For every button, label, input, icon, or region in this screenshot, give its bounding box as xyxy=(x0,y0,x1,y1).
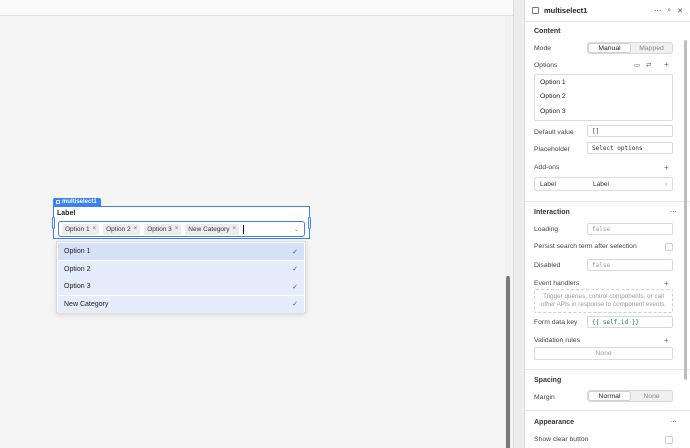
add-validation-icon[interactable]: + xyxy=(664,336,669,345)
widget-label: Label xyxy=(57,210,76,217)
panel-scrollbar[interactable] xyxy=(684,40,687,380)
add-addon-icon[interactable]: + xyxy=(664,163,669,172)
disabled-label: Disabled xyxy=(534,262,561,269)
mode-manual-button[interactable]: Manual xyxy=(588,43,631,53)
check-icon: ✓ xyxy=(292,266,298,273)
component-tag-label: multiselect1 xyxy=(62,199,97,205)
addon-label-row[interactable]: Label Label › xyxy=(534,177,673,191)
chip-remove-icon[interactable]: × xyxy=(232,226,236,232)
panel-divider[interactable] xyxy=(513,0,525,448)
chip: New Category × xyxy=(185,223,239,235)
chip: Option 2 × xyxy=(103,223,141,235)
disabled-input[interactable]: false xyxy=(587,259,673,271)
chip-label: Option 2 xyxy=(106,225,131,233)
default-value-input[interactable]: [] xyxy=(587,125,673,137)
form-key-label: Form data key xyxy=(534,319,578,326)
check-icon: ✓ xyxy=(292,283,298,291)
section-divider xyxy=(525,410,690,411)
option-item[interactable]: Option 2 xyxy=(535,90,672,105)
check-icon: ✓ xyxy=(292,301,298,308)
event-handlers-empty[interactable]: Trigger queries, control components, or … xyxy=(534,289,673,313)
add-event-icon[interactable]: + xyxy=(664,279,669,288)
margin-toggle: Normal None xyxy=(587,390,673,402)
form-key-input[interactable]: {{ self.id }} xyxy=(587,316,673,328)
validation-none[interactable]: None xyxy=(534,347,673,360)
options-label: Options xyxy=(534,62,558,69)
default-value-label: Default value xyxy=(534,129,574,136)
placeholder-input[interactable]: Select options xyxy=(587,142,673,154)
canvas-top-strip xyxy=(0,0,513,16)
clear-button-label: Show clear button xyxy=(534,436,589,443)
dropdown-menu: Option 1 ✓ Option 2 ✓ Option 3 ✓ New Catego… xyxy=(56,241,306,313)
chip-remove-icon[interactable]: × xyxy=(93,226,97,232)
multiselect-widget[interactable]: Label Option 1 × Option 2 × Option 3 × New … xyxy=(52,206,311,239)
margin-label: Margin xyxy=(534,394,555,401)
more-icon[interactable]: ⋯ xyxy=(670,418,677,426)
validation-label: Validation rules xyxy=(534,337,580,344)
component-tag[interactable]: multiselect1 xyxy=(53,198,101,206)
option-label: Option 2 xyxy=(64,265,91,273)
section-title-appearance: Appearance xyxy=(534,419,575,426)
chip-remove-icon[interactable]: × xyxy=(175,226,179,232)
loading-input[interactable]: false xyxy=(587,223,673,235)
inspector-header: multiselect1 ⋯ ⌕ ✕ xyxy=(525,0,690,22)
event-handlers-label: Event handlers xyxy=(534,280,580,287)
chip-label: New Category xyxy=(188,225,230,233)
dropdown-option[interactable]: Option 2 ✓ xyxy=(58,260,304,278)
inspector-panel: multiselect1 ⋯ ⌕ ✕ Content Mode Manual M… xyxy=(525,0,690,448)
margin-normal-button[interactable]: Normal xyxy=(588,391,631,401)
component-type-icon xyxy=(532,7,539,14)
search-icon[interactable]: ⌕ xyxy=(667,7,671,15)
dropdown-option[interactable]: New Category ✓ xyxy=(58,295,304,313)
canvas-scrollbar[interactable] xyxy=(505,16,511,448)
clear-button-checkbox[interactable] xyxy=(665,436,673,444)
component-icon xyxy=(56,200,60,204)
option-label: New Category xyxy=(64,300,109,308)
option-item[interactable]: Option 1 xyxy=(535,75,672,90)
persist-checkbox[interactable] xyxy=(665,243,673,251)
more-icon[interactable]: ⋯ xyxy=(670,208,677,216)
loading-label: Loading xyxy=(534,226,559,233)
addon-value: Label xyxy=(593,180,609,188)
option-label: Option 3 xyxy=(64,283,91,290)
resize-handle-left[interactable] xyxy=(52,217,55,229)
resize-handle-right[interactable] xyxy=(308,217,311,229)
dropdown-option[interactable]: Option 3 ✓ xyxy=(58,278,304,295)
persist-label: Persist search term after selection xyxy=(534,243,637,250)
chevron-down-icon[interactable]: ⌄ xyxy=(294,226,299,233)
mode-label: Mode xyxy=(534,45,552,52)
section-title-content: Content xyxy=(534,28,561,35)
multiselect-input[interactable]: Option 1 × Option 2 × Option 3 × New Catego… xyxy=(58,221,305,237)
addons-label: Add-ons xyxy=(534,164,560,171)
dropdown-option[interactable]: Option 1 ✓ xyxy=(58,243,304,260)
chip-label: Option 3 xyxy=(147,225,172,233)
section-divider xyxy=(525,201,690,202)
mode-toggle: Manual Mapped xyxy=(587,42,673,54)
mode-mapped-button[interactable]: Mapped xyxy=(631,43,672,53)
more-icon[interactable]: ⋯ xyxy=(654,7,661,15)
canvas[interactable]: multiselect1 Label Option 1 × Option 2 × O… xyxy=(0,0,513,448)
component-name[interactable]: multiselect1 xyxy=(544,6,648,15)
chip-remove-icon[interactable]: × xyxy=(134,226,138,232)
scrollbar-thumb[interactable] xyxy=(506,276,510,448)
chip: Option 1 × xyxy=(62,223,100,235)
section-title-spacing: Spacing xyxy=(534,377,562,384)
margin-none-button[interactable]: None xyxy=(631,391,672,401)
text-caret xyxy=(242,224,244,234)
section-divider xyxy=(525,369,690,370)
chip: Option 3 × xyxy=(144,223,182,235)
link-icon[interactable]: ⇄ xyxy=(646,61,651,69)
check-icon: ✓ xyxy=(292,248,298,256)
book-icon[interactable]: ▭ xyxy=(634,61,640,69)
option-item[interactable]: Option 3 xyxy=(535,104,672,119)
section-title-interaction: Interaction xyxy=(534,209,570,216)
add-option-icon[interactable]: + xyxy=(664,60,669,69)
options-list: Option 1 Option 2 Option 3 xyxy=(534,74,673,121)
addon-key: Label xyxy=(540,180,556,188)
close-icon[interactable]: ✕ xyxy=(677,7,683,15)
chevron-right-icon: › xyxy=(664,180,667,188)
placeholder-label: Placeholder xyxy=(534,146,570,153)
option-label: Option 1 xyxy=(64,248,91,255)
chip-label: Option 1 xyxy=(65,225,90,233)
